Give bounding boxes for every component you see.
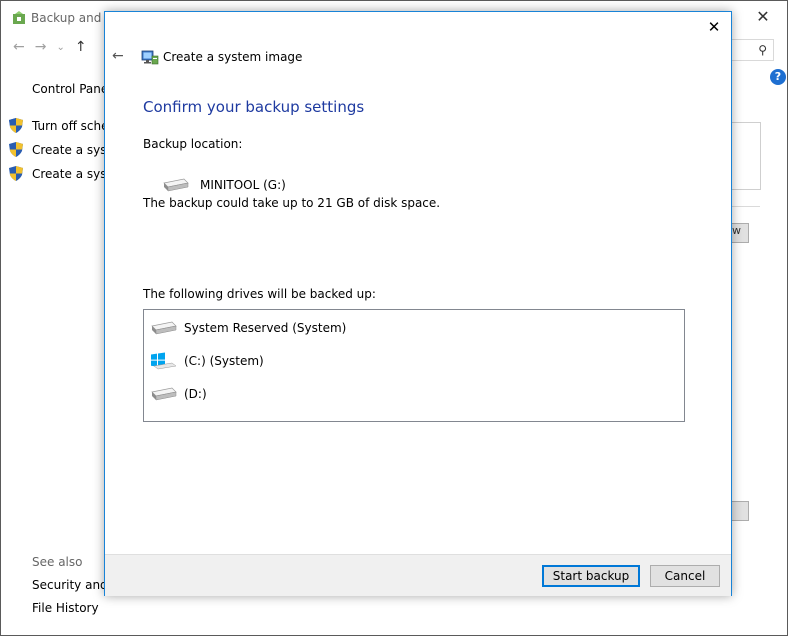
- help-icon[interactable]: ?: [770, 69, 786, 85]
- drives-list-label: The following drives will be backed up:: [143, 287, 376, 301]
- drive-name: System Reserved (System): [184, 321, 347, 335]
- dialog-title: Create a system image: [163, 50, 303, 64]
- search-icon[interactable]: ⚲: [758, 43, 767, 57]
- drive-name: (C:) (System): [184, 354, 264, 368]
- back-arrow-icon[interactable]: ←: [13, 39, 25, 57]
- background-search-input[interactable]: ⚲: [731, 39, 774, 61]
- backup-location-drive-name: MINITOOL (G:): [200, 178, 286, 192]
- history-chevron-icon[interactable]: ⌄: [56, 39, 64, 57]
- backup-restore-app-icon: [13, 11, 25, 24]
- control-panel-home-link[interactable]: Control Panel: [32, 82, 112, 96]
- background-close-button[interactable]: ✕: [753, 7, 773, 27]
- sidebar-link-create-system-image[interactable]: Create a syste: [9, 142, 119, 157]
- windows-logo-icon: [151, 352, 177, 370]
- background-nav: ← → ⌄ ↑: [13, 39, 87, 57]
- drive-name: (D:): [184, 387, 207, 401]
- backup-location-label: Backup location:: [143, 137, 243, 151]
- list-item: System Reserved (System): [150, 321, 346, 335]
- background-button-fragment-2[interactable]: [732, 501, 749, 521]
- background-button-fragment[interactable]: w: [732, 223, 749, 243]
- sidebar-link-turn-off-schedule[interactable]: Turn off sched: [9, 118, 116, 133]
- back-arrow-icon[interactable]: ←: [112, 48, 124, 64]
- uac-shield-icon: [9, 142, 23, 157]
- backup-location-drive: MINITOOL (G:): [162, 178, 286, 192]
- system-image-app-icon: [141, 50, 159, 65]
- drives-list[interactable]: System Reserved (System) (C:) (System) (…: [143, 309, 685, 422]
- dialog-footer: Start backup Cancel: [105, 554, 731, 596]
- list-item: (C:) (System): [150, 352, 264, 370]
- create-system-image-dialog: ✕ ← Create a system image Confirm your b…: [104, 11, 732, 596]
- cancel-button[interactable]: Cancel: [650, 565, 720, 587]
- drive-icon: [151, 321, 177, 335]
- see-also-file-history-link[interactable]: File History: [32, 601, 99, 615]
- list-item: (D:): [150, 387, 207, 401]
- background-window-title: Backup and R: [31, 11, 114, 25]
- forward-arrow-icon[interactable]: →: [35, 39, 47, 57]
- uac-shield-icon: [9, 118, 23, 133]
- background-title-bar: Backup and R: [11, 9, 114, 27]
- close-icon[interactable]: ✕: [705, 18, 723, 36]
- page-heading: Confirm your backup settings: [143, 98, 365, 116]
- drive-icon: [163, 178, 189, 192]
- drive-icon: [151, 387, 177, 401]
- start-backup-button[interactable]: Start backup: [542, 565, 640, 587]
- background-separator: [732, 206, 760, 207]
- background-info-box: [732, 122, 761, 190]
- sidebar-link-create-system-repair[interactable]: Create a syste: [9, 166, 119, 181]
- space-note: The backup could take up to 21 GB of dis…: [143, 196, 441, 210]
- see-also-heading: See also: [32, 555, 83, 569]
- background-button-label: w: [732, 224, 741, 237]
- uac-shield-icon: [9, 166, 23, 181]
- up-arrow-icon[interactable]: ↑: [75, 39, 87, 57]
